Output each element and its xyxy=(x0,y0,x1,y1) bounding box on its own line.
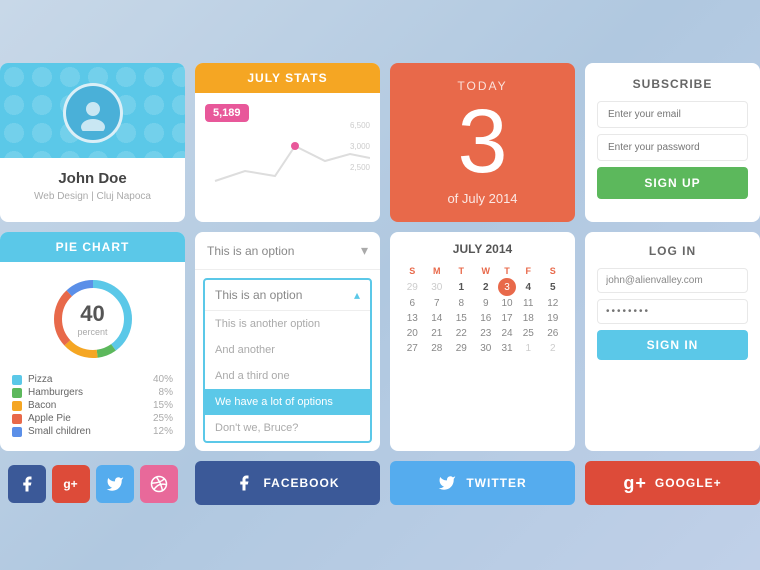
legend-item-bacon: Bacon 15% xyxy=(12,400,173,411)
login-card: LOG IN SIGN IN xyxy=(585,232,760,451)
dropdown-closed[interactable]: This is an option ▾ xyxy=(195,232,380,270)
today-number: 3 xyxy=(457,97,507,187)
twitter-button[interactable]: TWITTER xyxy=(390,461,575,505)
avatar xyxy=(63,83,123,143)
legend-color-pizza xyxy=(12,375,22,385)
signin-button[interactable]: SIGN IN xyxy=(597,330,748,360)
chevron-down-icon: ▾ xyxy=(361,242,368,259)
social-google-icon-btn[interactable]: g+ xyxy=(52,465,90,503)
google-plus-icon: g+ xyxy=(63,477,77,491)
profile-name: John Doe xyxy=(10,170,175,187)
chevron-up-icon: ▴ xyxy=(354,288,360,302)
google-button[interactable]: g+ GOOGLE+ xyxy=(585,461,760,505)
dropdown-item-5[interactable]: Don't we, Bruce? xyxy=(205,415,370,441)
today-label: TODAY xyxy=(457,79,507,93)
dropdown-closed-label: This is an option xyxy=(207,244,294,258)
profile-header xyxy=(0,63,185,158)
calendar-grid: S M T W T F S 29 30 1 2 3 4 5 xyxy=(400,264,565,356)
calendar-title: JULY 2014 xyxy=(400,242,565,256)
google-plus-icon-large: g+ xyxy=(623,473,647,494)
calendar-card: JULY 2014 S M T W T F S 29 30 1 2 xyxy=(390,232,575,451)
email-field[interactable] xyxy=(597,101,748,128)
login-password-field[interactable] xyxy=(597,299,748,324)
facebook-button[interactable]: FACEBOOK xyxy=(195,461,380,505)
stats-card: JULY STATS 5,189 6,500 3,000 2,500 xyxy=(195,63,380,222)
pie-ring: 40 percent xyxy=(48,274,138,364)
twitter-button-label: TWITTER xyxy=(466,476,526,490)
social-facebook-icon-btn[interactable] xyxy=(8,465,46,503)
profile-subtitle: Web Design | Cluj Napoca xyxy=(10,191,175,202)
dropdown-item-1[interactable]: This is another option xyxy=(205,311,370,337)
legend-color-apple-pie xyxy=(12,414,22,424)
social-icons-row: g+ xyxy=(0,461,185,507)
facebook-button-label: FACEBOOK xyxy=(263,476,339,490)
subscribe-title: SUBSCRIBE xyxy=(597,77,748,91)
subscribe-card: SUBSCRIBE SIGN UP xyxy=(585,63,760,222)
pie-percent-label: percent xyxy=(77,327,107,337)
dropdown-item-2[interactable]: And another xyxy=(205,337,370,363)
legend-color-hamburgers xyxy=(12,388,22,398)
today-sub: of July 2014 xyxy=(447,191,517,206)
login-title: LOG IN xyxy=(597,244,748,258)
profile-info: John Doe Web Design | Cluj Napoca xyxy=(0,158,185,218)
dropdown-item-3[interactable]: And a third one xyxy=(205,363,370,389)
stats-chart xyxy=(205,126,370,196)
dropdown-open: This is an option ▴ This is another opti… xyxy=(203,278,372,443)
stats-body: 5,189 6,500 3,000 2,500 xyxy=(195,93,380,211)
dropdown-selected-label: This is an option xyxy=(215,288,302,302)
social-twitter-icon-btn[interactable] xyxy=(96,465,134,503)
pie-chart-container: 40 percent xyxy=(12,274,173,364)
pie-percent-number: 40 xyxy=(77,301,107,327)
profile-card: John Doe Web Design | Cluj Napoca xyxy=(0,63,185,222)
stats-header: JULY STATS xyxy=(195,63,380,93)
login-email-field[interactable] xyxy=(597,268,748,293)
pie-chart-card: PIE CHART xyxy=(0,232,185,451)
dropdown-card: This is an option ▾ This is an option ▴ … xyxy=(195,232,380,451)
dropdown-open-header[interactable]: This is an option ▴ xyxy=(205,280,370,311)
legend-item-small-children: Small children 12% xyxy=(12,426,173,437)
stats-badge: 5,189 xyxy=(205,104,249,122)
legend-item-apple-pie: Apple Pie 25% xyxy=(12,413,173,424)
social-dribbble-icon-btn[interactable] xyxy=(140,465,178,503)
legend-item-hamburgers: Hamburgers 8% xyxy=(12,387,173,398)
today-card: TODAY 3 of July 2014 xyxy=(390,63,575,222)
signup-button[interactable]: SIGN UP xyxy=(597,167,748,199)
google-button-label: GOOGLE+ xyxy=(655,476,722,490)
pie-center: 40 percent xyxy=(77,301,107,337)
pie-legend: Pizza 40% Hamburgers 8% Bacon 15% Apple … xyxy=(12,374,173,437)
legend-color-small-children xyxy=(12,427,22,437)
legend-item-pizza: Pizza 40% xyxy=(12,374,173,385)
dropdown-item-4[interactable]: We have a lot of options xyxy=(205,389,370,415)
password-field[interactable] xyxy=(597,134,748,161)
legend-color-bacon xyxy=(12,401,22,411)
pie-chart-header: PIE CHART xyxy=(0,232,185,262)
stats-labels: 6,500 3,000 2,500 xyxy=(350,121,370,172)
pie-chart-body: 40 percent Pizza 40% Hamburgers 8% xyxy=(0,262,185,451)
